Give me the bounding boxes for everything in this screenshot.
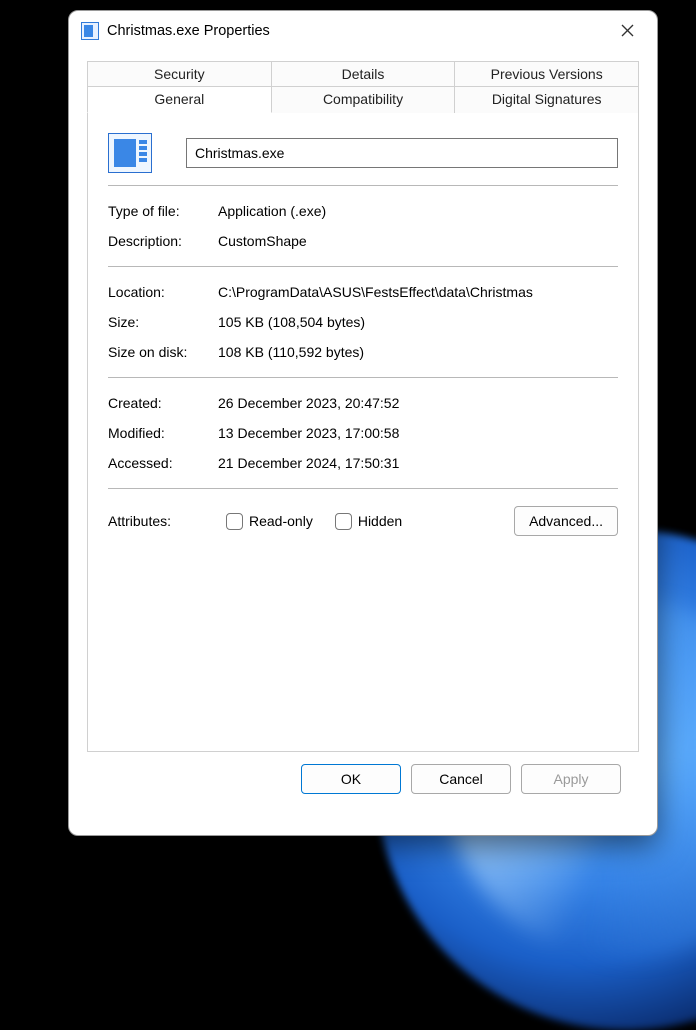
created-label: Created:: [108, 395, 218, 411]
filename-input[interactable]: [186, 138, 618, 168]
window-title: Christmas.exe Properties: [107, 23, 611, 39]
close-button[interactable]: [611, 15, 643, 47]
tab-details[interactable]: Details: [272, 61, 456, 87]
tab-general[interactable]: General: [87, 86, 272, 113]
readonly-checkbox[interactable]: Read-only: [226, 513, 313, 530]
separator: [108, 185, 618, 186]
separator: [108, 266, 618, 267]
type-of-file-label: Type of file:: [108, 203, 218, 219]
hidden-checkbox[interactable]: Hidden: [335, 513, 402, 530]
dialog-footer: OK Cancel Apply: [87, 752, 639, 810]
modified-label: Modified:: [108, 425, 218, 441]
size-value: 105 KB (108,504 bytes): [218, 314, 618, 330]
tab-strip: Security Details Previous Versions Gener…: [87, 61, 639, 113]
tab-digital-signatures[interactable]: Digital Signatures: [455, 86, 639, 113]
separator: [108, 488, 618, 489]
tab-security[interactable]: Security: [87, 61, 272, 87]
close-icon: [621, 24, 634, 37]
accessed-label: Accessed:: [108, 455, 218, 471]
checkbox-box-icon: [226, 513, 243, 530]
location-label: Location:: [108, 284, 218, 300]
type-of-file-value: Application (.exe): [218, 203, 618, 219]
tab-previous-versions[interactable]: Previous Versions: [455, 61, 639, 87]
size-on-disk-label: Size on disk:: [108, 344, 218, 360]
properties-dialog: Christmas.exe Properties Security Detail…: [68, 10, 658, 836]
readonly-label: Read-only: [249, 513, 313, 529]
app-icon: [81, 22, 99, 40]
file-type-icon: [108, 133, 152, 173]
size-label: Size:: [108, 314, 218, 330]
accessed-value: 21 December 2024, 17:50:31: [218, 455, 618, 471]
advanced-button[interactable]: Advanced...: [514, 506, 618, 536]
checkbox-box-icon: [335, 513, 352, 530]
location-value: C:\ProgramData\ASUS\FestsEffect\data\Chr…: [218, 284, 618, 300]
dialog-body: Security Details Previous Versions Gener…: [69, 51, 657, 835]
cancel-button[interactable]: Cancel: [411, 764, 511, 794]
apply-button[interactable]: Apply: [521, 764, 621, 794]
attributes-label: Attributes:: [108, 513, 218, 529]
size-on-disk-value: 108 KB (110,592 bytes): [218, 344, 618, 360]
titlebar: Christmas.exe Properties: [69, 11, 657, 51]
created-value: 26 December 2023, 20:47:52: [218, 395, 618, 411]
ok-button[interactable]: OK: [301, 764, 401, 794]
tab-content-general: Type of file: Application (.exe) Descrip…: [87, 112, 639, 752]
description-value: CustomShape: [218, 233, 618, 249]
hidden-label: Hidden: [358, 513, 402, 529]
tab-compatibility[interactable]: Compatibility: [272, 86, 456, 113]
description-label: Description:: [108, 233, 218, 249]
modified-value: 13 December 2023, 17:00:58: [218, 425, 618, 441]
separator: [108, 377, 618, 378]
